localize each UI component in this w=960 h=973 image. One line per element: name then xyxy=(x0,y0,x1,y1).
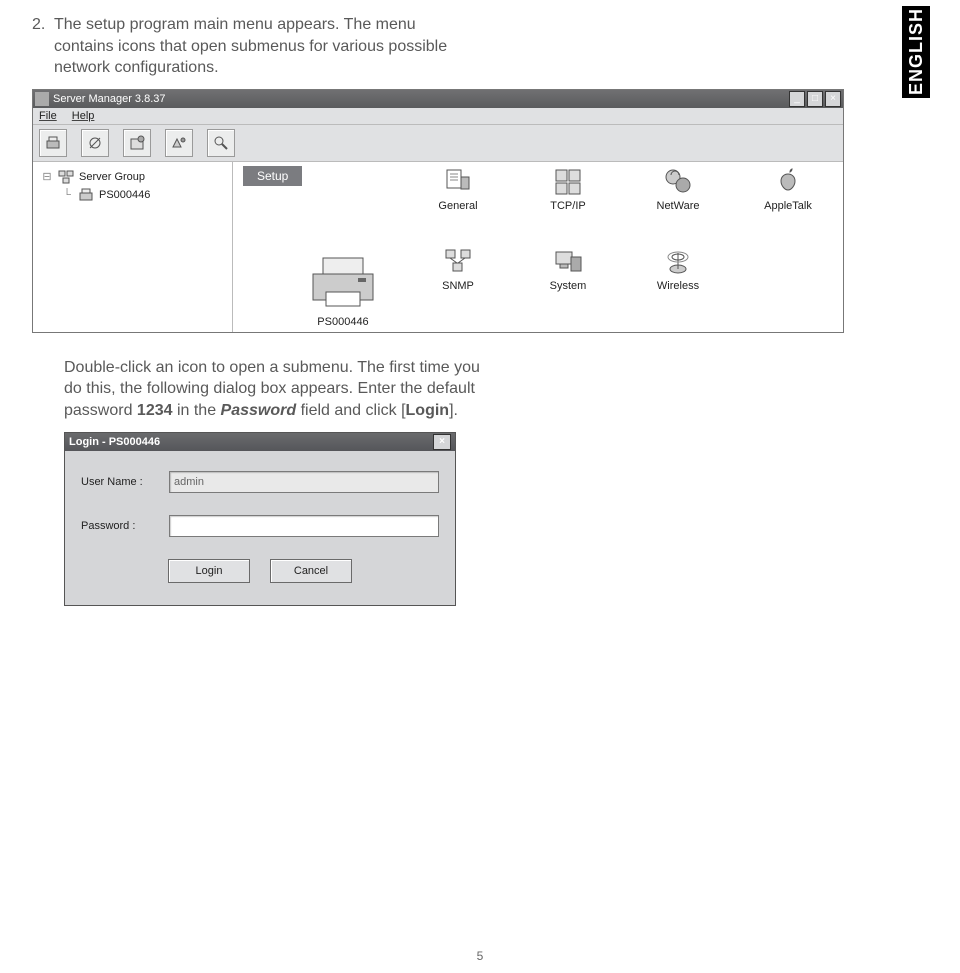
icon-snmp[interactable]: SNMP xyxy=(403,246,513,292)
general-icon xyxy=(441,166,475,196)
toolbar-button-4[interactable] xyxy=(165,129,193,157)
page-number: 5 xyxy=(0,949,960,963)
toolbar-button-2[interactable] xyxy=(81,129,109,157)
step-2: 2. The setup program main menu appears. … xyxy=(32,14,920,79)
mid-p2-password: Password xyxy=(221,402,297,419)
toolbar xyxy=(33,125,843,162)
icon-wireless[interactable]: Wireless xyxy=(623,246,733,292)
icon-snmp-label: SNMP xyxy=(442,280,474,292)
icon-tcpip-label: TCP/IP xyxy=(550,200,585,212)
tree-root[interactable]: ⊟ Server Group xyxy=(37,168,228,186)
language-tab-label: ENGLISH xyxy=(906,8,927,95)
mid-p2c: in the xyxy=(173,402,221,419)
icon-general[interactable]: General xyxy=(403,166,513,212)
appletalk-icon xyxy=(771,166,805,196)
step-number: 2. xyxy=(32,14,54,36)
app-icon xyxy=(35,92,49,106)
language-tab: ENGLISH xyxy=(902,6,930,98)
icon-system-label: System xyxy=(550,280,587,292)
system-icon xyxy=(551,246,585,276)
tree-collapse-icon[interactable]: ⊟ xyxy=(37,170,57,183)
mid-p1: Double-click an icon to open a submenu. xyxy=(64,359,353,376)
step-line1: The setup program main menu appears. xyxy=(54,16,339,33)
mid-p2-1234: 1234 xyxy=(137,402,173,419)
password-field[interactable] xyxy=(169,515,439,537)
icon-ps-label: PS000446 xyxy=(317,316,368,328)
print-server-icon xyxy=(77,187,95,203)
window-title: Server Manager 3.8.37 xyxy=(53,93,789,105)
icon-general-label: General xyxy=(438,200,477,212)
username-label: User Name : xyxy=(81,476,169,488)
toolbar-button-1[interactable] xyxy=(39,129,67,157)
server-group-icon xyxy=(57,169,75,185)
icon-netware-label: NetWare xyxy=(657,200,700,212)
login-button[interactable]: Login xyxy=(168,559,250,583)
icon-ps[interactable]: PS000446 xyxy=(283,246,403,328)
step-text: The setup program main menu appears. The… xyxy=(54,14,474,79)
username-field[interactable]: admin xyxy=(169,471,439,493)
wireless-icon xyxy=(661,246,695,276)
netware-icon xyxy=(661,166,695,196)
tree-child[interactable]: └ PS000446 xyxy=(37,186,228,204)
icon-appletalk-label: AppleTalk xyxy=(764,200,812,212)
username-row: User Name : admin xyxy=(81,471,439,493)
snmp-icon xyxy=(441,246,475,276)
tcpip-icon xyxy=(551,166,585,196)
menu-bar: File Help xyxy=(33,108,843,125)
tree-line: └ xyxy=(57,189,77,201)
mid-p2-login: Login xyxy=(406,402,450,419)
password-label: Password : xyxy=(81,520,169,532)
menu-help[interactable]: Help xyxy=(72,110,95,122)
login-title: Login - PS000446 xyxy=(69,436,433,448)
printer-icon xyxy=(298,252,388,312)
icon-system[interactable]: System xyxy=(513,246,623,292)
icon-wireless-label: Wireless xyxy=(657,280,699,292)
tree-child-label: PS000446 xyxy=(99,189,150,201)
tree-panel: ⊟ Server Group └ PS000446 xyxy=(33,162,233,332)
login-close-button[interactable]: × xyxy=(433,434,451,450)
toolbar-button-3[interactable] xyxy=(123,129,151,157)
mid-paragraph: Double-click an icon to open a submenu. … xyxy=(64,357,494,422)
minimize-button[interactable]: _ xyxy=(789,91,805,107)
icon-tcpip[interactable]: TCP/IP xyxy=(513,166,623,212)
maximize-button[interactable]: □ xyxy=(807,91,823,107)
mid-p2e: field and click [ xyxy=(296,402,405,419)
tree-root-label: Server Group xyxy=(79,171,145,183)
cancel-button[interactable]: Cancel xyxy=(270,559,352,583)
window-titlebar: Server Manager 3.8.37 _ □ × xyxy=(33,90,843,108)
icon-netware[interactable]: NetWare xyxy=(623,166,733,212)
toolbar-button-5[interactable] xyxy=(207,129,235,157)
password-row: Password : xyxy=(81,515,439,537)
icon-appletalk[interactable]: AppleTalk xyxy=(733,166,843,212)
close-button[interactable]: × xyxy=(825,91,841,107)
login-titlebar: Login - PS000446 × xyxy=(65,433,455,451)
content-panel: Setup General TCP/IP xyxy=(233,162,843,332)
login-dialog: Login - PS000446 × User Name : admin Pas… xyxy=(64,432,456,606)
server-manager-window: Server Manager 3.8.37 _ □ × File Help xyxy=(32,89,844,333)
mid-p2g: ]. xyxy=(449,402,458,419)
menu-file[interactable]: File xyxy=(39,110,57,122)
